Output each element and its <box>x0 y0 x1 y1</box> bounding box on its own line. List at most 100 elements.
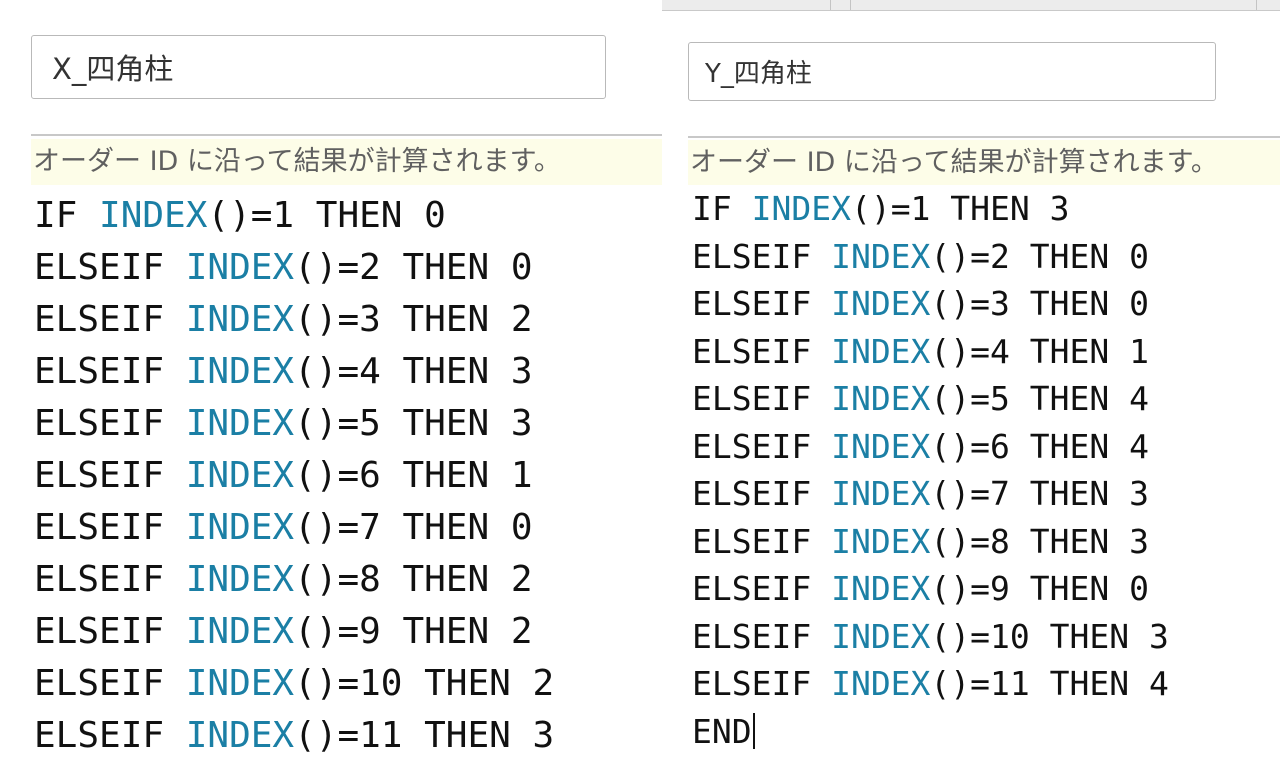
function-keyword: INDEX <box>185 351 295 392</box>
function-keyword: INDEX <box>831 569 931 608</box>
code-expression: ()=9 THEN 2 <box>294 611 533 652</box>
calc-name-input[interactable] <box>688 42 1216 101</box>
formula-editor[interactable]: IF INDEX()=1 THEN 0 ELSEIF INDEX()=2 THEN… <box>34 190 554 762</box>
function-keyword: INDEX <box>831 521 931 561</box>
code-line: ELSEIF INDEX()=4 THEN 3 <box>34 346 554 398</box>
control-keyword: ELSEIF <box>692 236 832 276</box>
code-expression: ()=6 THEN 4 <box>930 426 1149 466</box>
calc-editor-y: オーダー ID に沿って結果が計算されます。 IF INDEX()=1 THEN… <box>662 0 1280 767</box>
code-expression: ()=5 THEN 4 <box>930 379 1149 418</box>
function-keyword: INDEX <box>185 663 295 704</box>
function-keyword: INDEX <box>185 403 295 444</box>
code-expression: ()=11 THEN 3 <box>294 715 555 756</box>
editor-divider <box>688 136 1280 138</box>
code-line: ELSEIF INDEX()=8 THEN 2 <box>34 554 554 606</box>
editor-divider <box>31 134 662 136</box>
code-expression: ()=7 THEN 0 <box>294 507 533 548</box>
function-keyword: INDEX <box>99 195 208 236</box>
control-keyword: ELSEIF <box>692 426 832 466</box>
code-expression: ()=9 THEN 0 <box>930 569 1149 608</box>
control-keyword: ELSEIF <box>34 507 186 548</box>
code-line: IF INDEX()=1 THEN 3 <box>692 185 1169 233</box>
code-line: ELSEIF INDEX()=2 THEN 0 <box>34 242 554 294</box>
formula-editor[interactable]: IF INDEX()=1 THEN 3 ELSEIF INDEX()=2 THEN… <box>692 185 1169 755</box>
code-line: ELSEIF INDEX()=10 THEN 2 <box>34 658 554 710</box>
code-expression: ()=5 THEN 3 <box>294 403 533 444</box>
code-line: ELSEIF INDEX()=11 THEN 4 <box>692 660 1169 708</box>
code-line: END <box>692 708 1169 756</box>
control-keyword: ELSEIF <box>34 247 186 288</box>
code-line: ELSEIF INDEX()=6 THEN 1 <box>34 450 554 502</box>
code-line: ELSEIF INDEX()=5 THEN 4 <box>692 375 1169 423</box>
code-line: ELSEIF INDEX()=6 THEN 4 <box>692 423 1169 471</box>
code-line: ELSEIF INDEX()=8 THEN 3 <box>692 518 1169 566</box>
status-message: オーダー ID に沿って結果が計算されます。 <box>31 139 662 185</box>
code-expression: ()=4 THEN 1 <box>930 331 1149 371</box>
strip-separator <box>850 0 851 10</box>
status-message: オーダー ID に沿って結果が計算されます。 <box>688 140 1280 185</box>
function-keyword: INDEX <box>831 426 931 466</box>
code-expression: ()=11 THEN 4 <box>930 664 1169 703</box>
control-keyword: ELSEIF <box>692 379 832 418</box>
function-keyword: INDEX <box>185 611 295 652</box>
function-keyword: INDEX <box>185 247 295 288</box>
code-expression: ()=2 THEN 0 <box>294 247 533 288</box>
control-keyword: ELSEIF <box>692 331 832 371</box>
code-expression: ()=6 THEN 1 <box>294 455 533 496</box>
code-expression: ()=10 THEN 2 <box>294 663 555 704</box>
code-expression: ()=8 THEN 3 <box>930 521 1149 561</box>
code-expression: ()=7 THEN 3 <box>930 474 1149 513</box>
code-line: ELSEIF INDEX()=9 THEN 2 <box>34 606 554 658</box>
code-line: ELSEIF INDEX()=11 THEN 3 <box>34 710 554 762</box>
code-line: ELSEIF INDEX()=3 THEN 0 <box>692 280 1169 328</box>
function-keyword: INDEX <box>185 507 295 548</box>
control-keyword: ELSEIF <box>692 664 832 703</box>
code-line: ELSEIF INDEX()=5 THEN 3 <box>34 398 554 450</box>
function-keyword: INDEX <box>831 474 931 513</box>
function-keyword: INDEX <box>185 559 295 600</box>
function-keyword: INDEX <box>751 189 851 228</box>
control-keyword: IF <box>34 195 100 236</box>
code-line: ELSEIF INDEX()=7 THEN 0 <box>34 502 554 554</box>
control-keyword: ELSEIF <box>692 521 832 561</box>
control-keyword: ELSEIF <box>34 455 186 496</box>
control-keyword: ELSEIF <box>692 474 832 513</box>
code-expression: ()=2 THEN 0 <box>930 236 1149 276</box>
function-keyword: INDEX <box>185 299 295 340</box>
control-keyword: ELSEIF <box>34 299 186 340</box>
code-line: ELSEIF INDEX()=9 THEN 0 <box>692 565 1169 613</box>
control-keyword: ELSEIF <box>692 616 832 656</box>
control-keyword: ELSEIF <box>692 569 832 608</box>
function-keyword: INDEX <box>831 616 931 656</box>
text-cursor <box>752 712 755 750</box>
code-line: ELSEIF INDEX()=2 THEN 0 <box>692 233 1169 281</box>
code-expression: ()=3 THEN 0 <box>930 284 1149 323</box>
function-keyword: INDEX <box>831 236 931 276</box>
control-keyword: ELSEIF <box>692 284 832 323</box>
calc-name-input[interactable] <box>31 35 606 99</box>
control-keyword: IF <box>692 189 752 228</box>
code-line: ELSEIF INDEX()=3 THEN 2 <box>34 294 554 346</box>
code-expression: ()=4 THEN 3 <box>294 351 533 392</box>
control-keyword: ELSEIF <box>34 403 186 444</box>
calc-editor-x: オーダー ID に沿って結果が計算されます。 IF INDEX()=1 THEN… <box>0 0 662 767</box>
code-expression: ()=1 THEN 0 <box>207 195 446 236</box>
control-keyword: ELSEIF <box>34 611 186 652</box>
control-keyword: ELSEIF <box>34 351 186 392</box>
control-keyword: END <box>692 711 752 751</box>
code-expression: ()=10 THEN 3 <box>930 616 1169 656</box>
code-line: IF INDEX()=1 THEN 0 <box>34 190 554 242</box>
control-keyword: ELSEIF <box>34 663 186 704</box>
function-keyword: INDEX <box>831 664 931 703</box>
function-keyword: INDEX <box>831 379 931 418</box>
control-keyword: ELSEIF <box>34 715 186 756</box>
function-keyword: INDEX <box>185 455 295 496</box>
code-line: ELSEIF INDEX()=10 THEN 3 <box>692 613 1169 661</box>
function-keyword: INDEX <box>831 331 931 371</box>
control-keyword: ELSEIF <box>34 559 186 600</box>
window-top-strip <box>662 0 1280 11</box>
code-expression: ()=3 THEN 2 <box>294 299 533 340</box>
function-keyword: INDEX <box>831 284 931 323</box>
strip-separator <box>1256 0 1257 10</box>
code-expression: ()=1 THEN 3 <box>850 189 1070 228</box>
